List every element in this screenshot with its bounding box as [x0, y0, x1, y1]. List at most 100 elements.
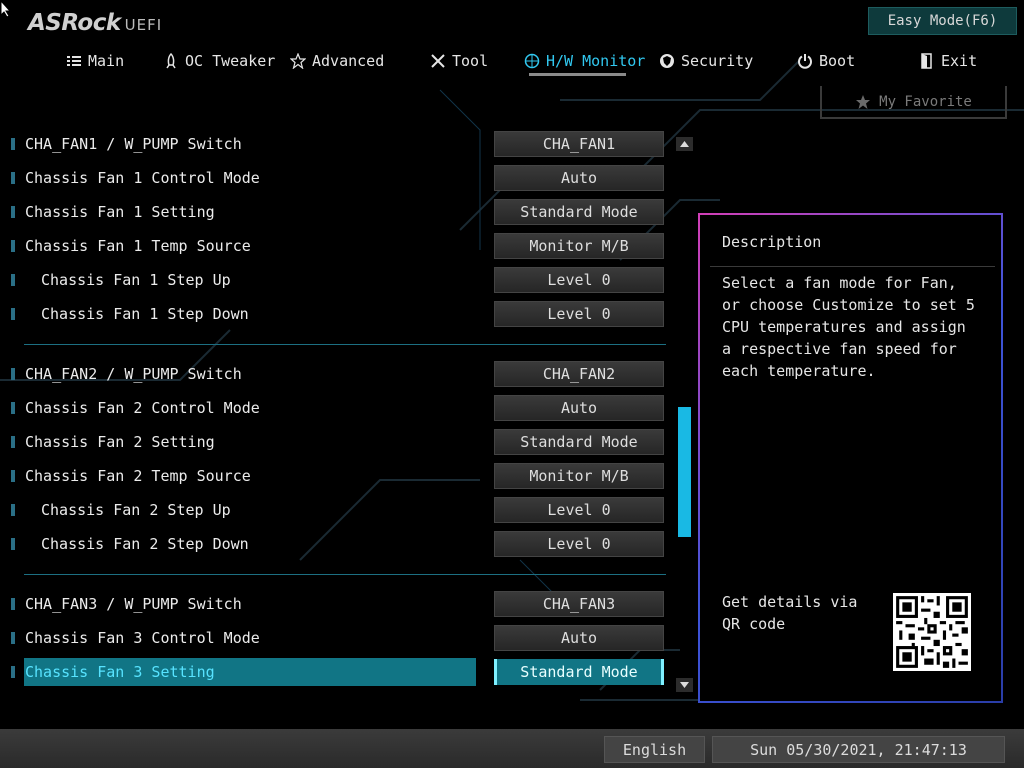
setting-row[interactable]: Chassis Fan 1 Step Down Level 0: [0, 300, 670, 328]
arrow-up-icon: [680, 141, 689, 147]
power-icon: [798, 54, 812, 69]
setting-value[interactable]: CHA_FAN2: [494, 361, 664, 387]
arrow-down-icon: [680, 682, 689, 688]
setting-row[interactable]: Chassis Fan 1 Step Up Level 0: [0, 266, 670, 294]
section-divider: [24, 574, 666, 575]
setting-label: Chassis Fan 2 Temp Source: [25, 467, 251, 485]
row-marker: [11, 504, 15, 516]
setting-label: Chassis Fan 1 Temp Source: [25, 237, 251, 255]
tab-oc-tweaker[interactable]: OC Tweaker: [163, 48, 275, 74]
setting-row[interactable]: CHA_FAN1 / W_PUMP Switch CHA_FAN1: [0, 130, 670, 158]
tab-label: Advanced: [312, 52, 385, 70]
row-marker: [11, 240, 15, 252]
setting-label: CHA_FAN2 / W_PUMP Switch: [25, 365, 242, 383]
setting-label: Chassis Fan 1 Setting: [25, 203, 215, 221]
row-marker: [11, 138, 15, 150]
star-icon: [856, 94, 871, 109]
main-nav: Main OC Tweaker Advanced Tool H/W Monito…: [0, 48, 1024, 78]
row-marker: [11, 368, 15, 380]
setting-label: Chassis Fan 1 Step Down: [41, 305, 249, 323]
tab-tool[interactable]: Tool: [430, 48, 488, 74]
setting-label: Chassis Fan 2 Setting: [25, 433, 215, 451]
description-title: Description: [722, 233, 822, 251]
tab-security[interactable]: Security: [659, 48, 753, 74]
tab-label: Exit: [941, 52, 978, 70]
setting-value[interactable]: Monitor M/B: [494, 463, 664, 489]
setting-value[interactable]: Level 0: [494, 267, 664, 293]
tab-advanced[interactable]: Advanced: [290, 48, 384, 74]
favorite-label: My Favorite: [879, 93, 972, 110]
setting-row[interactable]: CHA_FAN3 / W_PUMP Switch CHA_FAN3: [0, 590, 670, 618]
row-marker: [11, 274, 15, 286]
setting-value[interactable]: Auto: [494, 395, 664, 421]
asrock-logo: ASRock UEFI: [28, 10, 162, 36]
tab-boot[interactable]: Boot: [797, 48, 855, 74]
setting-label: CHA_FAN3 / W_PUMP Switch: [25, 595, 242, 613]
tab-label: Tool: [452, 52, 489, 70]
description-text: Select a fan mode for Fan, or choose Cus…: [722, 274, 975, 380]
brand-name: ASRock: [28, 10, 121, 36]
tab-main[interactable]: Main: [66, 48, 124, 74]
setting-label: Chassis Fan 1 Control Mode: [25, 169, 260, 187]
qr-code-icon: [893, 593, 971, 671]
setting-row[interactable]: Chassis Fan 2 Temp Source Monitor M/B: [0, 462, 670, 490]
tab-label: Security: [681, 52, 754, 70]
setting-row[interactable]: CHA_FAN2 / W_PUMP Switch CHA_FAN2: [0, 360, 670, 388]
setting-row-selected[interactable]: Chassis Fan 3 Setting Standard Mode: [0, 658, 670, 686]
row-marker: [11, 206, 15, 218]
exit-icon: [921, 53, 932, 69]
description-panel: Description Select a fan mode for Fan, o…: [698, 213, 1003, 703]
setting-value[interactable]: Standard Mode: [494, 199, 664, 225]
setting-row[interactable]: Chassis Fan 2 Setting Standard Mode: [0, 428, 670, 456]
setting-value[interactable]: Auto: [494, 625, 664, 651]
row-marker: [11, 402, 15, 414]
setting-label: Chassis Fan 2 Step Down: [41, 535, 249, 553]
tab-hw-monitor[interactable]: H/W Monitor: [524, 48, 645, 74]
tab-label: Main: [88, 52, 125, 70]
setting-row[interactable]: Chassis Fan 1 Setting Standard Mode: [0, 198, 670, 226]
my-favorite-button[interactable]: My Favorite: [820, 86, 1007, 119]
setting-row[interactable]: Chassis Fan 3 Control Mode Auto: [0, 624, 670, 652]
setting-row[interactable]: Chassis Fan 1 Control Mode Auto: [0, 164, 670, 192]
star-icon: [290, 53, 306, 69]
monitor-icon: [524, 53, 540, 69]
setting-label: Chassis Fan 1 Step Up: [41, 271, 231, 289]
active-tab-underline: [529, 73, 626, 76]
scroll-up-button[interactable]: [676, 137, 693, 151]
datetime-display[interactable]: Sun 05/30/2021, 21:47:13: [712, 736, 1005, 763]
list-icon: [67, 56, 81, 66]
row-marker: [11, 598, 15, 610]
qr-caption: Get details via QR code: [722, 593, 858, 633]
setting-value[interactable]: CHA_FAN1: [494, 131, 664, 157]
tab-exit[interactable]: Exit: [919, 48, 977, 74]
setting-label: Chassis Fan 3 Setting: [25, 663, 215, 681]
setting-label: Chassis Fan 2 Step Up: [41, 501, 231, 519]
setting-value[interactable]: Level 0: [494, 531, 664, 557]
product-name: UEFI: [124, 16, 163, 34]
scroll-down-button[interactable]: [676, 678, 693, 692]
setting-row[interactable]: Chassis Fan 2 Step Up Level 0: [0, 496, 670, 524]
setting-value[interactable]: CHA_FAN3: [494, 591, 664, 617]
setting-label: CHA_FAN1 / W_PUMP Switch: [25, 135, 242, 153]
row-marker: [11, 632, 15, 644]
row-marker: [11, 172, 15, 184]
setting-value[interactable]: Level 0: [494, 301, 664, 327]
setting-row[interactable]: Chassis Fan 2 Step Down Level 0: [0, 530, 670, 558]
setting-row[interactable]: Chassis Fan 1 Temp Source Monitor M/B: [0, 232, 670, 260]
setting-value[interactable]: Auto: [494, 165, 664, 191]
setting-value[interactable]: Level 0: [494, 497, 664, 523]
easy-mode-button[interactable]: Easy Mode(F6): [868, 7, 1017, 35]
tab-label: OC Tweaker: [185, 52, 276, 70]
setting-value[interactable]: Standard Mode: [494, 659, 664, 685]
setting-value[interactable]: Monitor M/B: [494, 233, 664, 259]
language-selector[interactable]: English: [604, 736, 705, 763]
setting-value[interactable]: Standard Mode: [494, 429, 664, 455]
row-marker: [11, 308, 15, 320]
setting-label: Chassis Fan 3 Control Mode: [25, 629, 260, 647]
scrollbar-thumb[interactable]: [678, 407, 691, 537]
setting-row[interactable]: Chassis Fan 2 Control Mode Auto: [0, 394, 670, 422]
description-divider: [710, 266, 995, 267]
row-marker: [11, 470, 15, 482]
mouse-cursor-icon: [0, 0, 12, 18]
tab-label: H/W Monitor: [546, 52, 646, 70]
